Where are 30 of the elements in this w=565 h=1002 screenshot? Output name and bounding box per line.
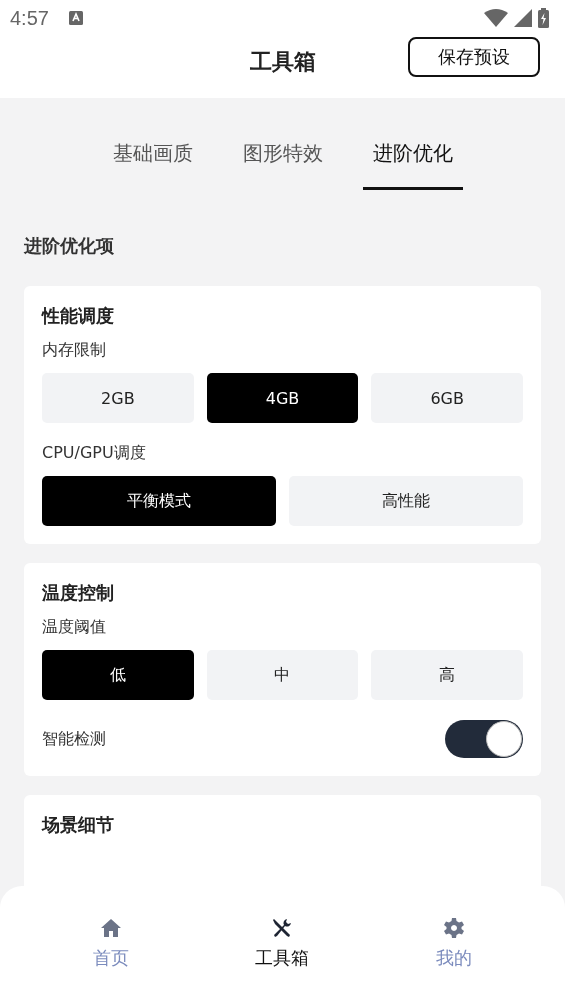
battery-icon [538, 8, 549, 28]
tab[interactable]: 基础画质 [102, 140, 203, 190]
page-title: 工具箱 [249, 48, 316, 76]
option-button[interactable]: 4GB [206, 373, 359, 423]
toggle-switch[interactable] [445, 720, 523, 758]
tab[interactable]: 进阶优化 [362, 140, 463, 190]
nav-item[interactable]: 工具箱 [255, 916, 310, 970]
setting-label: 温度阈值 [42, 617, 107, 638]
status-time: 4:57 [10, 6, 49, 30]
setting-label: 智能检测 [42, 728, 106, 750]
section-title: 进阶优化项 [24, 234, 115, 258]
setting-label: 内存限制 [42, 340, 107, 361]
card-title: 性能调度 [42, 304, 115, 328]
card-title: 温度控制 [42, 581, 115, 605]
option-button[interactable]: 2GB [42, 373, 194, 423]
wifi-icon [484, 9, 508, 27]
option-button[interactable]: 平衡模式 [42, 476, 276, 526]
tab[interactable]: 图形特效 [232, 140, 333, 190]
option-button[interactable]: 低 [42, 650, 194, 700]
option-button[interactable]: 高性能 [289, 476, 523, 526]
save-preset-button[interactable]: 保存预设 [408, 37, 540, 77]
nav-item[interactable]: 我的 [435, 916, 472, 970]
option-button[interactable]: 高 [371, 650, 523, 700]
option-button[interactable]: 中 [206, 650, 359, 700]
option-button[interactable]: 6GB [371, 373, 523, 423]
setting-label: CPU/GPU调度 [42, 443, 147, 464]
signal-icon [514, 9, 532, 27]
card-title: 场景细节 [42, 813, 115, 837]
settings-icon [441, 916, 466, 940]
notification-icon [68, 11, 83, 25]
